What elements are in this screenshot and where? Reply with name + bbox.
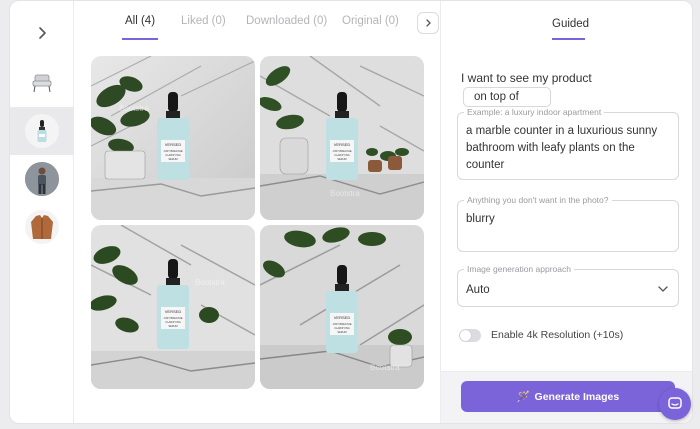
watermark-text: Bootstra [330, 189, 360, 198]
4k-resolution-label: Enable 4k Resolution (+10s) [491, 329, 624, 341]
gallery-tabs: All (4) Liked (0) Downloaded (0) Origina… [74, 1, 440, 41]
app-window: All (4) Liked (0) Downloaded (0) Origina… [9, 0, 693, 424]
watermark-text: Bootstra [119, 104, 149, 113]
jacket-thumbnail[interactable] [10, 203, 74, 251]
bottle-label-line2: CLARIFYING [165, 153, 181, 157]
bottle-label-line2: CLARIFYING [165, 320, 181, 324]
product-scene-image: VERSED JUST BREATHE CLARIFYING SERUM Boo… [91, 56, 255, 220]
scene-description-field[interactable]: Example: a luxury indoor apartment a mar… [457, 107, 679, 180]
chevron-right-icon [426, 19, 431, 27]
generated-image-2[interactable]: VERSED JUST BREATHE CLARIFYING SERUM Boo… [260, 56, 424, 220]
product-position-select[interactable]: on top of [463, 87, 551, 107]
chevron-down-icon [658, 286, 668, 292]
generated-image-4[interactable]: VERSED JUST BREATHE CLARIFYING SERUM Boo… [260, 225, 424, 389]
tab-liked[interactable]: Liked (0) [181, 15, 226, 27]
bottle-brand-text: VERSED [334, 315, 351, 320]
resolution-toggle-row: Enable 4k Resolution (+10s) [459, 327, 623, 343]
tab-guided[interactable]: Guided [552, 18, 589, 30]
negative-prompt-field[interactable]: Anything you don't want in the photo? bl… [457, 195, 679, 252]
watermark-text: Bootstra [195, 278, 225, 287]
bottle-label-line1: JUST BREATHE [332, 322, 351, 326]
bottle-label-line2: CLARIFYING [334, 153, 350, 157]
serum-bottle-avatar [25, 114, 59, 148]
chevron-right-icon [39, 27, 46, 39]
negative-prompt-value: blurry [466, 213, 495, 225]
tab-original[interactable]: Original (0) [342, 15, 399, 27]
generate-images-button[interactable]: 🪄 Generate Images [461, 381, 675, 412]
man-outfit-avatar [25, 162, 59, 196]
armchair-thumbnail[interactable] [10, 59, 74, 107]
man-outfit-thumbnail[interactable] [10, 155, 74, 203]
product-scene-image: VERSED JUST BREATHE CLARIFYING SERUM Boo… [91, 225, 255, 389]
bottle-brand-text: VERSED [334, 142, 351, 147]
bottle-brand-text: VERSED [165, 142, 182, 147]
tabs-scroll-right-button[interactable] [417, 12, 439, 34]
chat-icon [668, 397, 682, 409]
product-scene-image: VERSED JUST BREATHE CLARIFYING SERUM Boo… [260, 225, 424, 389]
active-tab-indicator [552, 38, 585, 40]
bottle-label-line3: SERUM [337, 330, 346, 334]
tab-downloaded[interactable]: Downloaded (0) [246, 15, 327, 27]
generated-image-3[interactable]: VERSED JUST BREATHE CLARIFYING SERUM Boo… [91, 225, 255, 389]
watermark-text: Bootstra [370, 363, 400, 372]
generated-image-1[interactable]: VERSED JUST BREATHE CLARIFYING SERUM Boo… [91, 56, 255, 220]
4k-resolution-toggle[interactable] [459, 328, 481, 342]
bottle-label-line3: SERUM [168, 324, 177, 328]
guided-form-pane: Guided I want to see my product on top o… [440, 1, 692, 423]
magic-wand-icon: 🪄 [516, 391, 531, 403]
bottle-brand-text: VERSED [165, 309, 182, 314]
serum-bottle-thumbnail[interactable] [10, 107, 74, 155]
bottle-label-line3: SERUM [168, 157, 177, 161]
bottle-label-line2: CLARIFYING [334, 326, 350, 330]
bottle-label-line3: SERUM [337, 157, 346, 161]
jacket-icon [31, 215, 53, 239]
toggle-knob [460, 329, 471, 341]
scene-description-label: Example: a luxury indoor apartment [464, 107, 605, 117]
armchair-icon [32, 74, 52, 93]
bottle-label-line1: JUST BREATHE [332, 149, 351, 153]
gallery-pane: All (4) Liked (0) Downloaded (0) Origina… [74, 1, 440, 423]
bottle-label-line1: JUST BREATHE [163, 316, 182, 320]
generation-approach-value: Auto [466, 284, 490, 296]
support-chat-button[interactable] [659, 388, 691, 420]
dropper-bottle-icon [37, 120, 47, 142]
generation-approach-label: Image generation approach [464, 264, 574, 274]
bottle-label-line1: JUST BREATHE [163, 149, 182, 153]
product-position-lead-text: I want to see my product [461, 71, 592, 85]
product-scene-image: VERSED JUST BREATHE CLARIFYING SERUM Boo… [260, 56, 424, 220]
generation-approach-select[interactable]: Image generation approach Auto [457, 264, 679, 307]
tab-all[interactable]: All (4) [125, 15, 155, 27]
negative-prompt-label: Anything you don't want in the photo? [464, 195, 612, 205]
product-rail [10, 1, 74, 423]
scene-description-value: a marble counter in a luxurious sunny ba… [466, 125, 658, 171]
generate-images-label: Generate Images [534, 390, 620, 403]
active-tab-indicator [122, 38, 158, 40]
jacket-avatar [25, 210, 59, 244]
person-icon [25, 162, 59, 196]
expand-rail-button[interactable] [32, 23, 52, 43]
